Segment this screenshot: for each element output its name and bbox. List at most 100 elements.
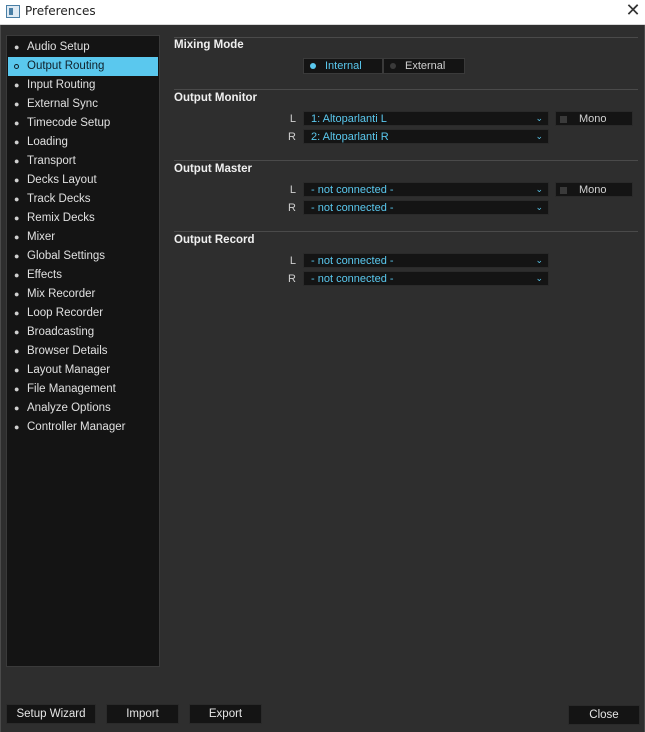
- dropdown-value: - not connected -: [311, 255, 394, 267]
- sidebar-item-mix-recorder[interactable]: ● Mix Recorder: [7, 285, 159, 304]
- preferences-window: ● Audio Setup ● Output Routing ● Input Rout…: [0, 25, 645, 732]
- sidebar-item-timecode-setup[interactable]: ● Timecode Setup: [7, 114, 159, 133]
- radio-dot-icon: [310, 63, 316, 69]
- sidebar-item-label: Decks Layout: [27, 174, 97, 186]
- output-master-title: Output Master: [174, 163, 252, 175]
- bullet-icon: ●: [14, 346, 20, 356]
- setup-wizard-button[interactable]: Setup Wizard: [6, 704, 96, 724]
- bullet-icon: ●: [14, 384, 20, 394]
- mono-label: Mono: [579, 113, 607, 125]
- sidebar-item-controller-manager[interactable]: ● Controller Manager: [7, 418, 159, 437]
- sidebar-item-input-routing[interactable]: ● Input Routing: [7, 76, 159, 95]
- sidebar-item-file-management[interactable]: ● File Management: [7, 380, 159, 399]
- output-record-left-dropdown[interactable]: - not connected - ⌄: [303, 253, 549, 268]
- sidebar-item-layout-manager[interactable]: ● Layout Manager: [7, 361, 159, 380]
- dropdown-value: - not connected -: [311, 273, 394, 285]
- left-channel-label: L: [289, 184, 296, 196]
- sidebar-item-label: Effects: [27, 269, 62, 281]
- sidebar-item-label: Layout Manager: [27, 364, 111, 376]
- sidebar-item-loop-recorder[interactable]: ● Loop Recorder: [7, 304, 159, 323]
- bullet-icon: ●: [14, 194, 20, 204]
- section-divider: [174, 89, 638, 90]
- bullet-icon: ●: [14, 42, 20, 52]
- sidebar-item-loading[interactable]: ● Loading: [7, 133, 159, 152]
- bullet-icon: ●: [14, 80, 20, 90]
- bullet-icon: ●: [14, 422, 20, 432]
- chevron-down-icon: ⌄: [535, 202, 543, 212]
- sidebar-item-track-decks[interactable]: ● Track Decks: [7, 190, 159, 209]
- sidebar-item-transport[interactable]: ● Transport: [7, 152, 159, 171]
- sidebar-item-decks-layout[interactable]: ● Decks Layout: [7, 171, 159, 190]
- chevron-down-icon: ⌄: [535, 131, 543, 141]
- bullet-icon: ●: [14, 308, 20, 318]
- window-title: Preferences: [25, 4, 96, 18]
- checkbox-icon: [560, 187, 567, 194]
- sidebar-item-effects[interactable]: ● Effects: [7, 266, 159, 285]
- sidebar-item-label: Input Routing: [27, 79, 96, 91]
- import-button[interactable]: Import: [106, 704, 179, 724]
- selected-bullet-icon: ●: [14, 64, 19, 69]
- dropdown-value: - not connected -: [311, 202, 394, 214]
- radio-dot-icon: [390, 63, 396, 69]
- sidebar-item-label: Transport: [27, 155, 76, 167]
- output-monitor-right-dropdown[interactable]: 2: Altoparlanti R ⌄: [303, 129, 549, 144]
- sidebar-item-label: Loading: [27, 136, 68, 148]
- chevron-down-icon: ⌄: [535, 113, 543, 123]
- chevron-down-icon: ⌄: [535, 273, 543, 283]
- title-bar: Preferences ✕: [0, 0, 645, 25]
- sidebar-item-browser-details[interactable]: ● Browser Details: [7, 342, 159, 361]
- preferences-sidebar: ● Audio Setup ● Output Routing ● Input Rout…: [6, 35, 160, 667]
- right-channel-label: R: [288, 131, 296, 143]
- output-record-title: Output Record: [174, 234, 255, 246]
- sidebar-item-label: Audio Setup: [27, 41, 90, 53]
- preferences-app-icon: [6, 5, 20, 18]
- chevron-down-icon: ⌄: [535, 255, 543, 265]
- mixing-mode-internal-button[interactable]: Internal: [303, 58, 383, 74]
- output-monitor-title: Output Monitor: [174, 92, 258, 104]
- export-button[interactable]: Export: [189, 704, 262, 724]
- sidebar-item-label: Remix Decks: [27, 212, 95, 224]
- sidebar-item-output-routing[interactable]: ● Output Routing: [8, 57, 158, 76]
- bullet-icon: ●: [14, 232, 20, 242]
- sidebar-item-remix-decks[interactable]: ● Remix Decks: [7, 209, 159, 228]
- sidebar-item-label: Browser Details: [27, 345, 108, 357]
- sidebar-item-global-settings[interactable]: ● Global Settings: [7, 247, 159, 266]
- close-button[interactable]: Close: [568, 705, 640, 725]
- sidebar-item-mixer[interactable]: ● Mixer: [7, 228, 159, 247]
- bullet-icon: ●: [14, 251, 20, 261]
- checkbox-icon: [560, 116, 567, 123]
- output-monitor-mono-toggle[interactable]: Mono: [555, 111, 633, 126]
- left-channel-label: L: [289, 113, 296, 125]
- sidebar-item-analyze-options[interactable]: ● Analyze Options: [7, 399, 159, 418]
- bullet-icon: ●: [14, 289, 20, 299]
- close-icon[interactable]: ✕: [623, 1, 643, 21]
- sidebar-item-label: Controller Manager: [27, 421, 126, 433]
- section-divider: [174, 160, 638, 161]
- mono-label: Mono: [579, 184, 607, 196]
- sidebar-item-label: Mixer: [27, 231, 56, 243]
- sidebar-item-label: Timecode Setup: [27, 117, 111, 129]
- section-divider: [174, 231, 638, 232]
- internal-label: Internal: [325, 60, 362, 72]
- dropdown-value: 1: Altoparlanti L: [311, 113, 387, 125]
- sidebar-item-external-sync[interactable]: ● External Sync: [7, 95, 159, 114]
- sidebar-item-audio-setup[interactable]: ● Audio Setup: [7, 38, 159, 57]
- bullet-icon: ●: [14, 175, 20, 185]
- sidebar-item-label: Analyze Options: [27, 402, 111, 414]
- bullet-icon: ●: [14, 270, 20, 280]
- output-record-right-dropdown[interactable]: - not connected - ⌄: [303, 271, 549, 286]
- mixing-mode-title: Mixing Mode: [174, 39, 244, 51]
- output-master-mono-toggle[interactable]: Mono: [555, 182, 633, 197]
- bullet-icon: ●: [14, 99, 20, 109]
- sidebar-item-label: Output Routing: [27, 60, 105, 72]
- sidebar-item-label: File Management: [27, 383, 116, 395]
- dropdown-value: - not connected -: [311, 184, 394, 196]
- section-divider: [174, 37, 638, 38]
- output-monitor-left-dropdown[interactable]: 1: Altoparlanti L ⌄: [303, 111, 549, 126]
- chevron-down-icon: ⌄: [535, 184, 543, 194]
- output-master-right-dropdown[interactable]: - not connected - ⌄: [303, 200, 549, 215]
- output-master-left-dropdown[interactable]: - not connected - ⌄: [303, 182, 549, 197]
- sidebar-item-broadcasting[interactable]: ● Broadcasting: [7, 323, 159, 342]
- mixing-mode-external-button[interactable]: External: [383, 58, 465, 74]
- sidebar-item-label: Mix Recorder: [27, 288, 96, 300]
